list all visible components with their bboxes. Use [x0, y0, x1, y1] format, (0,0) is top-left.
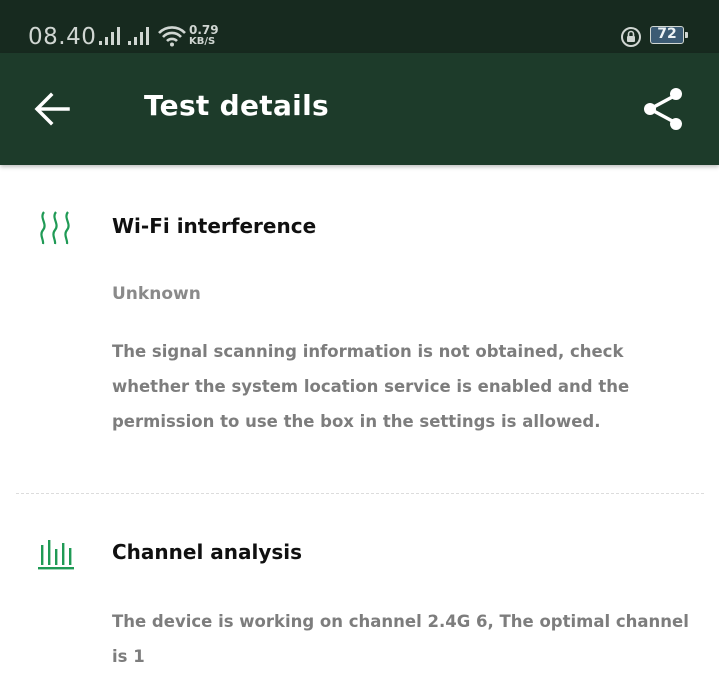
page-title: Test details: [144, 89, 329, 122]
net-speed-value: 0.79: [189, 23, 219, 37]
wifi-icon: [158, 26, 186, 47]
rotation-lock-icon: [621, 27, 641, 47]
status-bar: 08.40 0.79 KB/S 72: [0, 0, 719, 53]
battery-icon: 72: [650, 26, 684, 44]
status-time: 08.40: [28, 24, 97, 50]
divider: [16, 493, 704, 494]
net-speed-unit: KB/S: [189, 36, 216, 47]
network-speed: 0.79 KB/S: [189, 24, 229, 48]
channel-analysis-icon: [38, 540, 74, 570]
share-button[interactable]: [638, 83, 690, 135]
section-description: The signal scanning information is not o…: [112, 342, 630, 431]
section-title: Wi-Fi interference: [112, 214, 317, 238]
signal-icon: [99, 27, 120, 45]
signal-icon: [128, 27, 149, 45]
back-button[interactable]: [32, 89, 80, 129]
battery-tip: [685, 32, 688, 38]
app-bar: Test details: [0, 53, 719, 165]
back-arrow-icon: [34, 92, 70, 126]
share-icon: [644, 88, 682, 130]
status-text: Unknown: [112, 284, 201, 304]
section-title: Channel analysis: [112, 540, 303, 564]
wifi-interference-icon: [40, 211, 70, 245]
section-description: The device is working on channel 2.4G 6,…: [112, 612, 689, 666]
